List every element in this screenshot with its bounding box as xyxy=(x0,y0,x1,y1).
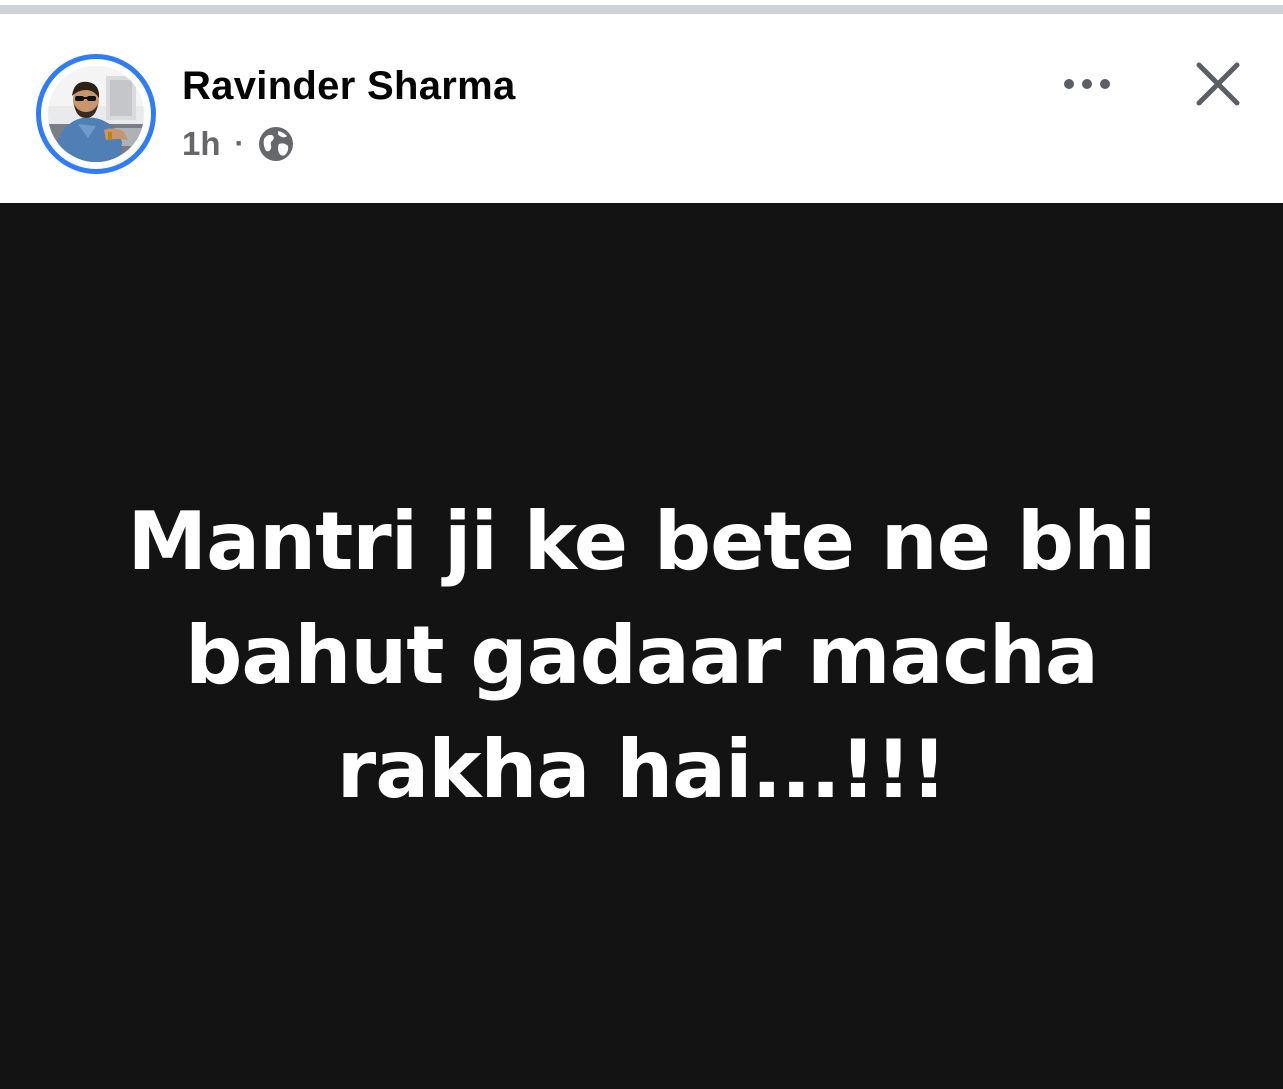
more-options-button[interactable] xyxy=(1056,66,1118,102)
author-name[interactable]: Ravinder Sharma xyxy=(182,64,516,109)
post-content[interactable]: Mantri ji ke bete ne bhi bahut gadaar ma… xyxy=(0,203,1283,1089)
close-icon xyxy=(1196,62,1240,106)
post-text: Mantri ji ke bete ne bhi bahut gadaar ma… xyxy=(127,495,1157,816)
avatar[interactable] xyxy=(48,66,144,162)
globe-icon[interactable] xyxy=(257,125,295,163)
post-header: Ravinder Sharma 1h · xyxy=(0,18,1283,203)
post-viewer: Ravinder Sharma 1h · Mantri ji ke bete n… xyxy=(0,0,1283,1089)
divider-bar xyxy=(0,5,1283,14)
meta-separator: · xyxy=(234,127,245,160)
post-meta: 1h · xyxy=(182,122,295,166)
avatar-story-ring[interactable] xyxy=(36,54,156,174)
more-horizontal-icon xyxy=(1064,79,1110,89)
avatar-photo xyxy=(48,66,144,162)
close-button[interactable] xyxy=(1188,54,1248,114)
top-divider xyxy=(0,0,1283,18)
post-timestamp[interactable]: 1h xyxy=(182,125,221,163)
